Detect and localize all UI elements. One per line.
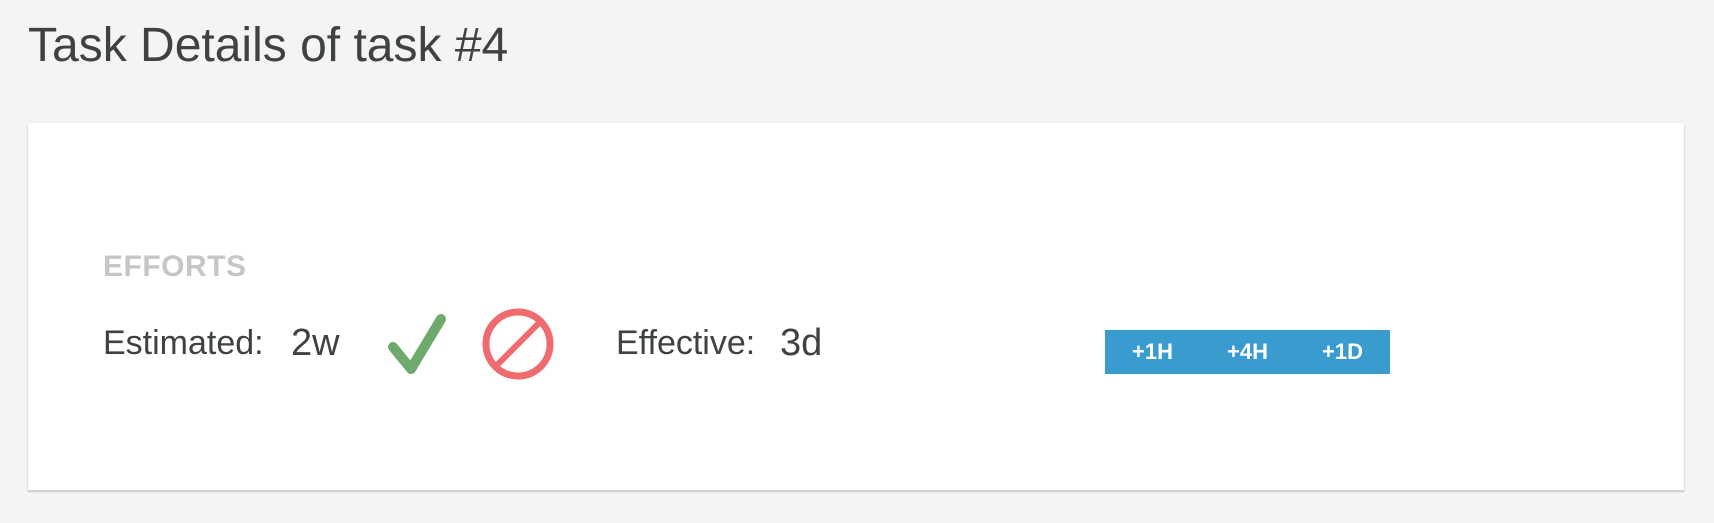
add-4-hours-button[interactable]: +4H xyxy=(1200,330,1295,374)
efforts-row: Estimated: 2w Effective: 3d xyxy=(28,308,1684,380)
estimated-label: Estimated: xyxy=(103,324,264,362)
add-1-day-button[interactable]: +1D xyxy=(1295,330,1390,374)
no-entry-icon xyxy=(481,307,555,381)
add-1-hour-button[interactable]: +1H xyxy=(1105,330,1200,374)
checkmark-icon xyxy=(385,309,449,377)
quick-add-effort-group: +1H +4H +1D xyxy=(1105,330,1390,374)
efforts-heading: EFFORTS xyxy=(103,250,247,283)
effective-value: 3d xyxy=(780,322,823,364)
page-title: Task Details of task #4 xyxy=(28,19,509,72)
confirm-estimate-button[interactable] xyxy=(385,309,449,377)
estimated-value[interactable]: 2w xyxy=(291,317,340,369)
efforts-card: EFFORTS Estimated: 2w Effective: 3d +1H … xyxy=(28,123,1684,490)
cancel-estimate-button[interactable] xyxy=(481,307,555,381)
effective-label: Effective: xyxy=(616,324,756,362)
